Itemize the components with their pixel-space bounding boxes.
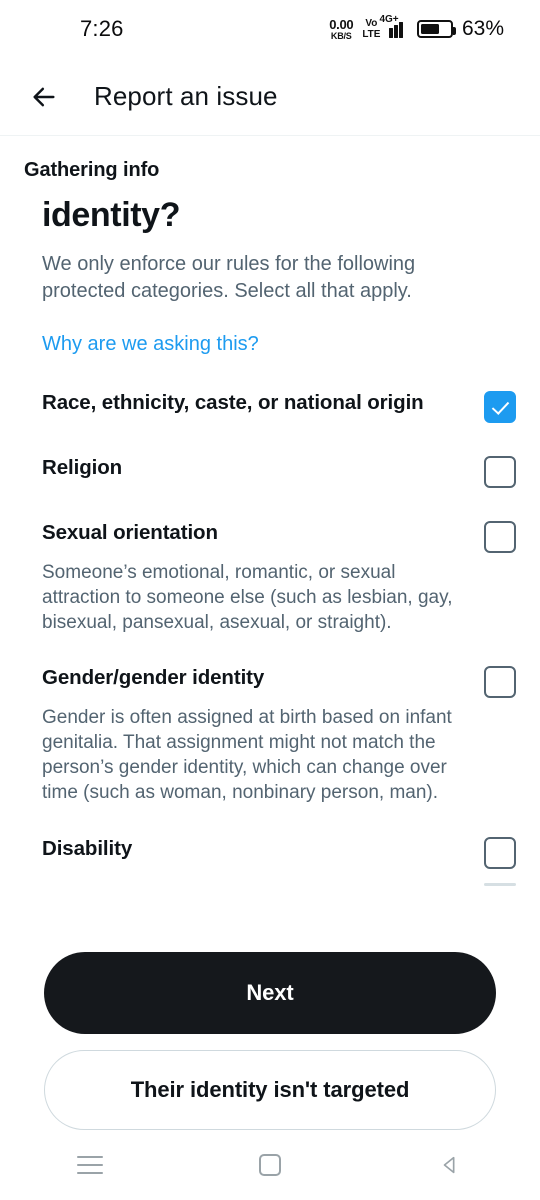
nav-home-button[interactable] bbox=[235, 1142, 305, 1188]
android-nav-bar bbox=[0, 1130, 540, 1200]
nav-recents-button[interactable] bbox=[55, 1142, 125, 1188]
network-speed-unit: KB/S bbox=[330, 30, 352, 41]
action-buttons: Next Their identity isn't targeted bbox=[0, 952, 540, 1130]
back-triangle-icon bbox=[443, 1156, 455, 1174]
option-label: Sexual orientation bbox=[42, 521, 218, 544]
option-row[interactable]: Race, ethnicity, caste, or national orig… bbox=[42, 390, 516, 423]
nav-back-button[interactable] bbox=[415, 1142, 485, 1188]
option-label: Race, ethnicity, caste, or national orig… bbox=[42, 391, 424, 414]
status-bar-icons: 0.00 KB/S Vo LTE 4G+ 63% bbox=[329, 14, 504, 41]
next-button[interactable]: Next bbox=[44, 952, 496, 1034]
checkbox-sexual-orientation[interactable] bbox=[484, 521, 516, 553]
battery-icon bbox=[416, 20, 456, 38]
option-label: Disability bbox=[42, 836, 133, 860]
volte-icon: Vo LTE bbox=[362, 17, 381, 40]
option-race[interactable]: Race, ethnicity, caste, or national orig… bbox=[42, 390, 516, 423]
page-title: Report an issue bbox=[94, 81, 278, 111]
volte-label-top: Vo bbox=[365, 17, 378, 29]
app-bar: Report an issue bbox=[0, 58, 540, 136]
checkbox-partial-icon bbox=[484, 882, 516, 886]
network-speed-value: 0.00 bbox=[329, 16, 354, 32]
checkbox-religion[interactable] bbox=[484, 456, 516, 488]
battery-percent: 63% bbox=[461, 17, 504, 40]
option-label: Religion bbox=[42, 456, 123, 479]
status-bar: 7:26 0.00 KB/S Vo LTE 4G+ 63% bbox=[0, 0, 540, 58]
checkbox-race[interactable] bbox=[484, 391, 516, 423]
option-gender-identity[interactable]: Gender/gender identity Gender is often a… bbox=[42, 665, 516, 805]
headline: identity? bbox=[42, 196, 181, 234]
recents-icon bbox=[77, 1156, 103, 1174]
identity-not-targeted-button[interactable]: Their identity isn't targeted bbox=[44, 1050, 496, 1130]
network-type-label: 4G+ bbox=[379, 14, 399, 25]
option-description: Someone’s emotional, romantic, or sexual… bbox=[42, 562, 453, 634]
option-row[interactable]: Disability bbox=[42, 836, 516, 869]
options-list: Race, ethnicity, caste, or national orig… bbox=[0, 356, 540, 899]
option-sexual-orientation[interactable]: Sexual orientation Someone’s emotional, … bbox=[42, 520, 516, 635]
option-row[interactable]: Gender/gender identity bbox=[42, 665, 516, 699]
signal-bars-icon: 4G+ bbox=[379, 14, 408, 38]
next-option-peek bbox=[42, 869, 516, 899]
option-label: Gender/gender identity bbox=[42, 666, 265, 690]
arrow-left-icon bbox=[33, 87, 55, 106]
description-text: We only enforce our rules for the follow… bbox=[42, 253, 416, 302]
option-row[interactable]: Sexual orientation bbox=[42, 520, 516, 553]
network-speed-indicator: 0.00 KB/S bbox=[329, 18, 353, 41]
home-icon bbox=[259, 1154, 281, 1176]
checkbox-gender-identity[interactable] bbox=[484, 666, 516, 699]
checkbox-disability[interactable] bbox=[484, 836, 516, 869]
section-kicker: Gathering info bbox=[24, 159, 160, 181]
status-bar-time: 7:26 bbox=[80, 16, 124, 41]
phone-screen: 7:26 0.00 KB/S Vo LTE 4G+ 63% Report an bbox=[0, 0, 540, 1200]
option-religion[interactable]: Religion bbox=[42, 455, 516, 488]
volte-label-bottom: LTE bbox=[362, 28, 381, 40]
why-asking-link[interactable]: Why are we asking this? bbox=[0, 305, 259, 356]
back-button[interactable] bbox=[16, 69, 72, 125]
option-row[interactable]: Religion bbox=[42, 455, 516, 488]
option-disability[interactable]: Disability bbox=[42, 836, 516, 869]
option-description: Gender is often assigned at birth based … bbox=[42, 707, 452, 804]
